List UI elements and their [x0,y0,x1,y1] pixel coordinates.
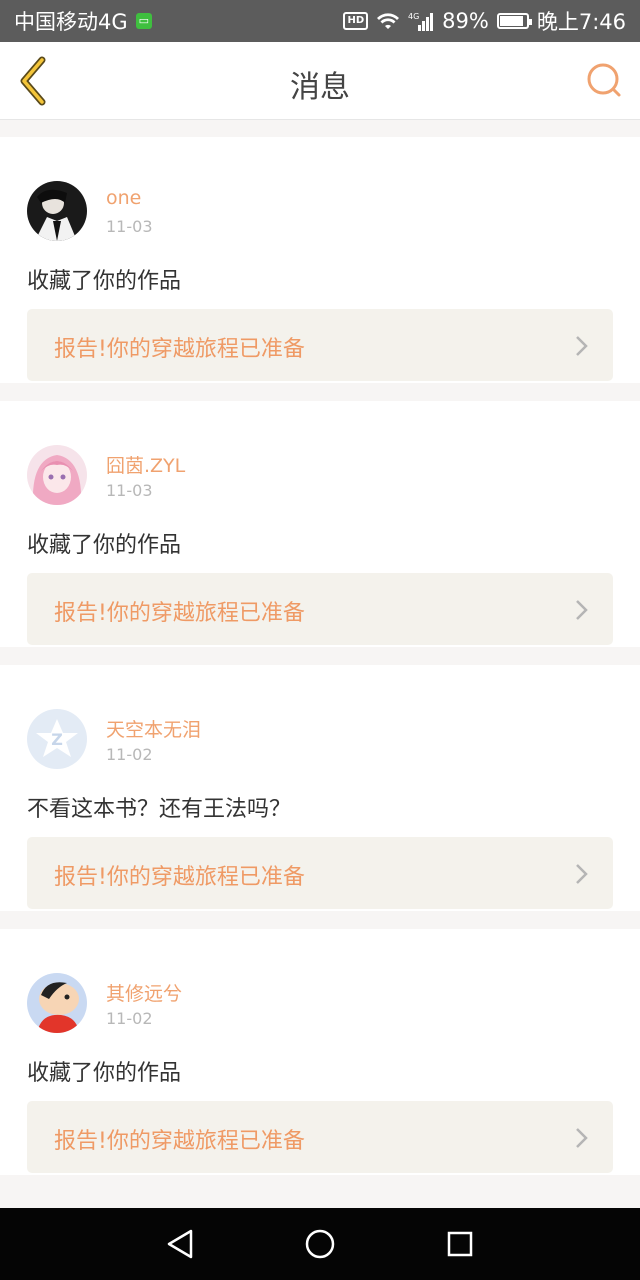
avatar[interactable] [27,181,87,241]
avatar[interactable] [27,973,87,1033]
work-link[interactable]: 报告!你的穿越旅程已准备 [27,573,613,645]
message-card: 其修远兮 11-02 收藏了你的作品 报告!你的穿越旅程已准备 [0,929,640,1175]
work-link[interactable]: 报告!你的穿越旅程已准备 [27,1101,613,1173]
status-bar: 中国移动4G ▭ HD 4G 89% 晚上7:46 [0,0,640,42]
system-nav-bar [0,1208,640,1280]
work-link-title: 报告!你的穿越旅程已准备 [54,337,305,362]
work-link-title: 报告!你的穿越旅程已准备 [54,1129,305,1154]
message-text: 收藏了你的作品 [27,1061,182,1086]
hd-icon: HD [343,12,369,30]
message-date: 11-03 [106,481,153,500]
message-card: 囧茵.ZYL 11-03 收藏了你的作品 报告!你的穿越旅程已准备 [0,401,640,647]
battery-percent: 89% [442,9,489,33]
username[interactable]: one [106,187,141,209]
chevron-right-icon [576,336,588,356]
chevron-right-icon [576,864,588,884]
message-date: 11-02 [106,1009,153,1028]
message-list: one 11-03 收藏了你的作品 报告!你的穿越旅程已准备 囧茵.ZYL 11… [0,137,640,1193]
wifi-icon [376,12,400,30]
carrier-label: 中国移动4G [14,10,128,34]
message-card: one 11-03 收藏了你的作品 报告!你的穿越旅程已准备 [0,137,640,383]
username[interactable]: 天空本无泪 [106,715,201,742]
username[interactable]: 囧茵.ZYL [106,451,185,478]
avatar[interactable] [27,445,87,505]
message-text: 收藏了你的作品 [27,269,182,294]
nav-home-icon[interactable] [296,1220,344,1268]
cell-signal-icon: 4G [408,11,434,31]
message-date: 11-02 [106,745,153,764]
clock: 晚上7:46 [536,10,626,34]
search-icon[interactable] [584,60,624,100]
work-link-title: 报告!你的穿越旅程已准备 [54,601,305,626]
battery-icon [496,13,532,29]
hd-voice-badge-icon: ▭ [135,13,153,29]
nav-recents-icon[interactable] [436,1220,484,1268]
message-card: Z 天空本无泪 11-02 不看这本书？还有王法吗？ 报告!你的穿越旅程已准备 [0,665,640,911]
svg-text:Z: Z [51,730,63,749]
chevron-right-icon [576,1128,588,1148]
avatar[interactable]: Z [27,709,87,769]
username[interactable]: 其修远兮 [106,979,182,1006]
nav-back-icon[interactable] [156,1220,204,1268]
chevron-right-icon [576,600,588,620]
page-title: 消息 [290,70,350,105]
work-link-title: 报告!你的穿越旅程已准备 [54,865,305,890]
message-text: 收藏了你的作品 [27,533,182,558]
app-header: 消息 [0,42,640,120]
message-date: 11-03 [106,217,153,236]
work-link[interactable]: 报告!你的穿越旅程已准备 [27,309,613,381]
work-link[interactable]: 报告!你的穿越旅程已准备 [27,837,613,909]
message-text: 不看这本书？还有王法吗？ [27,797,292,822]
svg-text:4G: 4G [408,12,419,21]
